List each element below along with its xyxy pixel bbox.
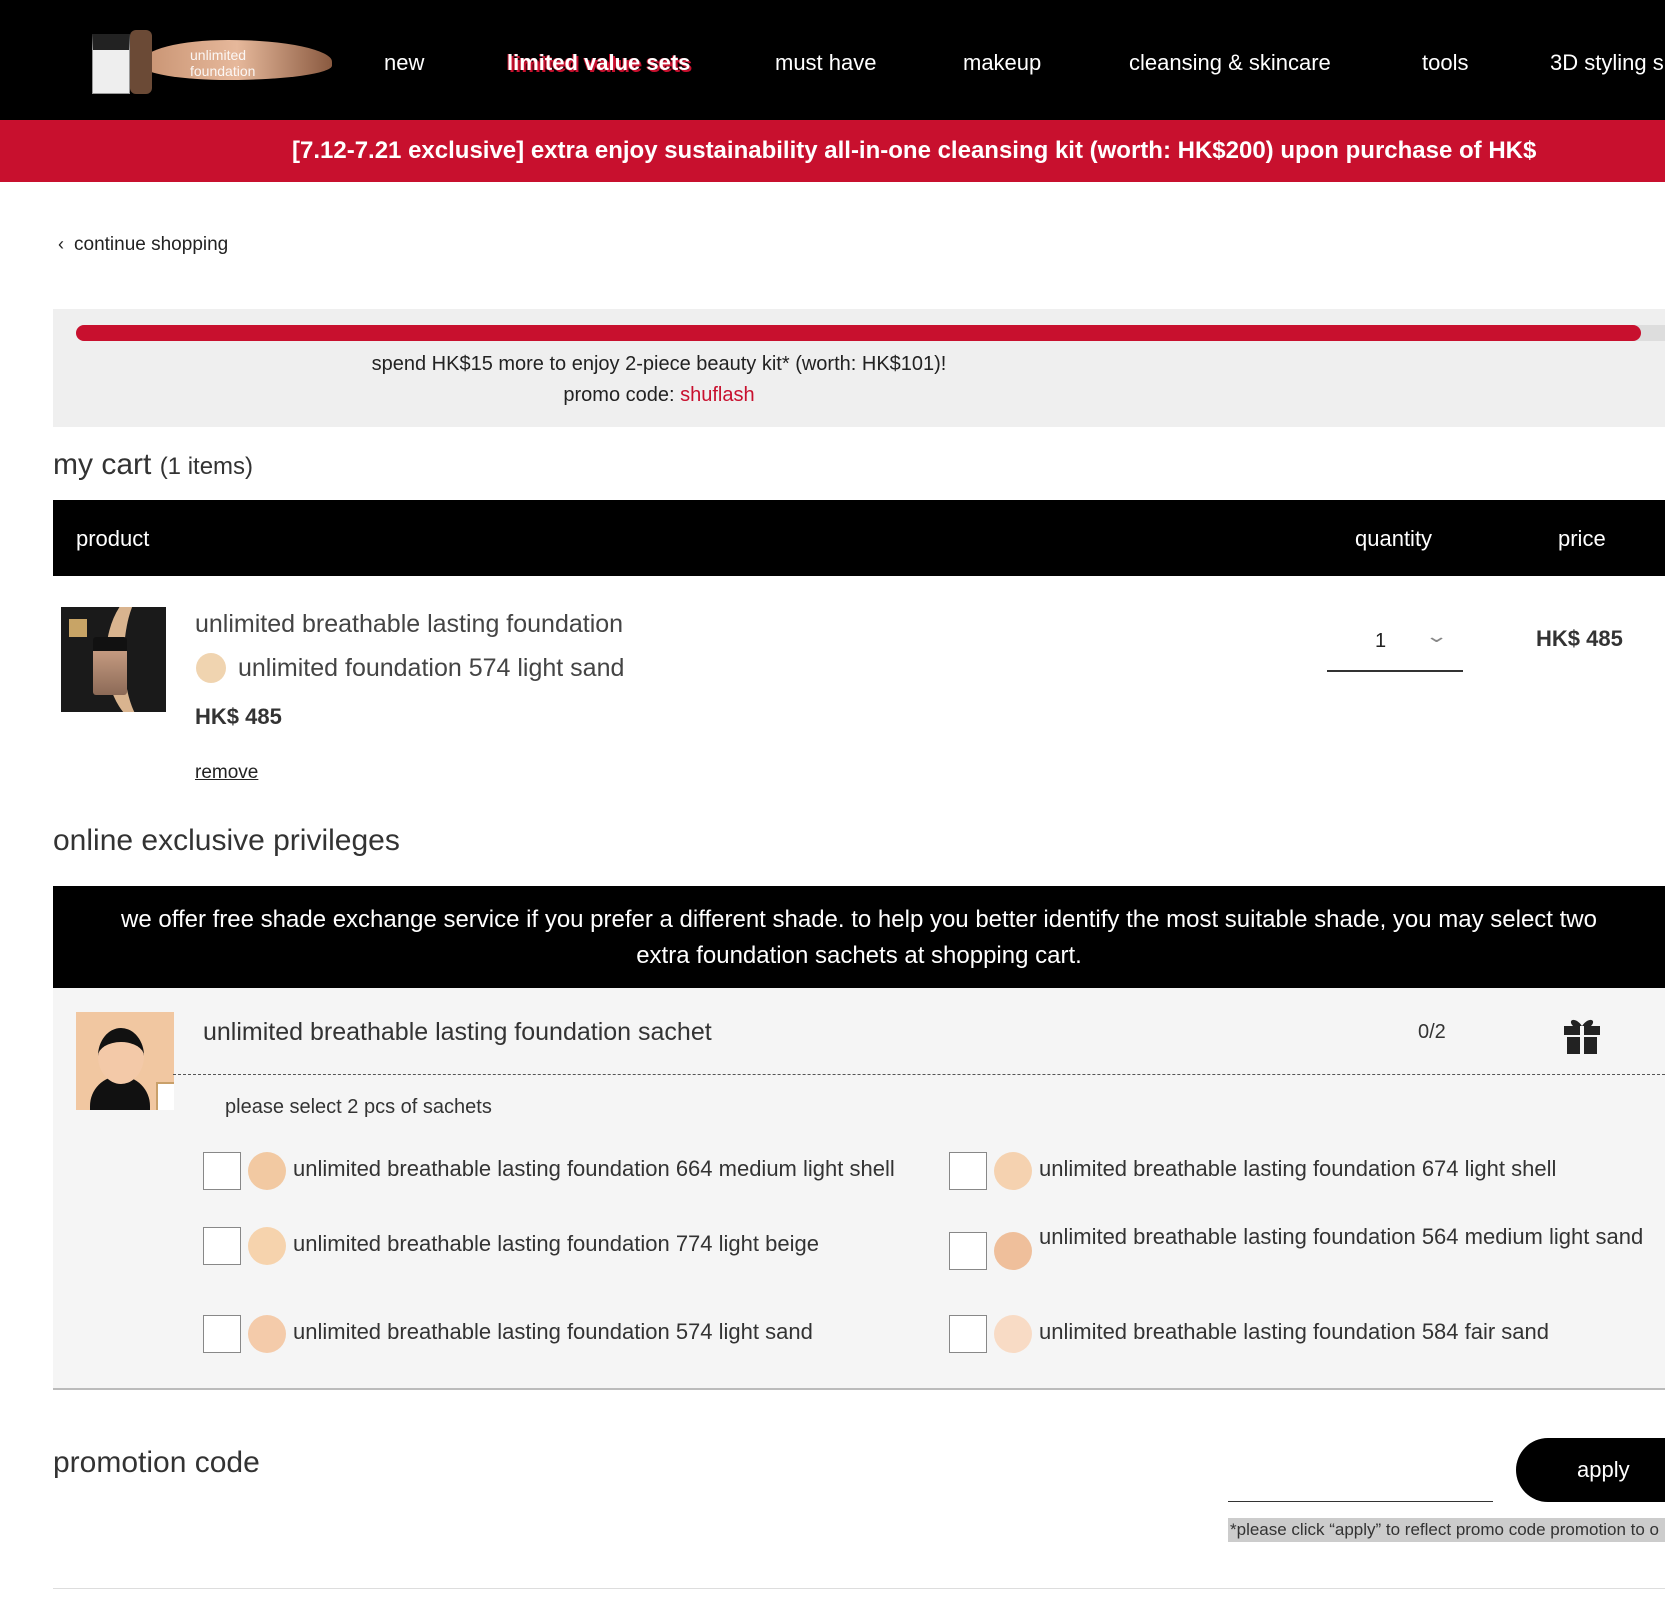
promo-code-value: shuflash (680, 384, 755, 406)
logo[interactable]: unlimited foundation (92, 30, 332, 98)
product-unit-price: HK$ 485 (195, 704, 282, 729)
cart-title-text: my cart (53, 448, 152, 481)
shade-exchange-notice: we offer free shade exchange service if … (53, 886, 1665, 988)
cart-title: my cart (1 items) (53, 448, 253, 482)
sachet-option-label: unlimited breathable lasting foundation … (293, 1231, 819, 1256)
sachet-image (76, 1012, 174, 1110)
shade-swatch (994, 1232, 1032, 1270)
product-image[interactable] (61, 607, 166, 712)
apply-button[interactable]: apply (1516, 1438, 1665, 1502)
progress-track (76, 325, 1665, 341)
sachet-option-label: unlimited breathable lasting foundation … (1039, 1319, 1550, 1344)
sachet-option-label: unlimited breathable lasting foundation … (293, 1319, 813, 1344)
dashed-divider (173, 1074, 1665, 1075)
sachet-checkbox[interactable] (949, 1232, 987, 1270)
top-navigation: unlimited foundation new limited value s… (0, 0, 1665, 120)
header-product: product (76, 526, 150, 551)
sachet-name: unlimited breathable lasting foundation … (203, 1018, 712, 1046)
nav-limited-value-sets[interactable]: limited value sets (507, 50, 690, 76)
progress-fill (76, 325, 1642, 341)
promo-note: *please click “apply” to reflect promo c… (1228, 1518, 1665, 1542)
header-price: price (1558, 526, 1606, 551)
spend-progress-panel: spend HK$15 more to enjoy 2-piece beauty… (53, 309, 1665, 427)
continue-shopping-link[interactable]: ‹ continue shopping (58, 234, 228, 256)
shade-swatch (994, 1315, 1032, 1353)
sachet-image-face (98, 1028, 144, 1084)
logo-brush (130, 30, 152, 94)
quantity-select[interactable]: 1 ⌄ (1327, 620, 1463, 672)
chevron-down-icon: ⌄ (1424, 626, 1449, 646)
sachet-option-label: unlimited breathable lasting foundation … (293, 1156, 895, 1181)
cart-table-header: product quantity price (53, 500, 1665, 576)
sachet-checkbox[interactable] (203, 1315, 241, 1353)
sachet-image-product (156, 1082, 174, 1110)
shade-swatch (248, 1227, 286, 1265)
quantity-value: 1 (1375, 630, 1387, 652)
chevron-left-icon: ‹ (58, 234, 64, 254)
banner-text: [7.12-7.21 exclusive] extra enjoy sustai… (292, 137, 1537, 164)
nav-3d-styling[interactable]: 3D styling s (1550, 50, 1664, 76)
logo-text: unlimited foundation (190, 47, 255, 79)
continue-shopping-label: continue shopping (74, 234, 229, 255)
line-price: HK$ 485 (1536, 626, 1623, 651)
nav-tools[interactable]: tools (1422, 50, 1468, 76)
nav-makeup[interactable]: makeup (963, 50, 1041, 76)
logo-text-line2: foundation (190, 63, 256, 79)
product-name[interactable]: unlimited breathable lasting foundation (195, 610, 623, 639)
header-quantity: quantity (1355, 526, 1433, 551)
product-image-badge (69, 619, 87, 637)
progress-promo: promo code: shuflash (53, 384, 1265, 407)
shade-swatch (994, 1152, 1032, 1190)
logo-bottle (92, 34, 130, 94)
remove-link[interactable]: remove (195, 762, 258, 784)
sachet-count: 0/2 (1418, 1021, 1446, 1043)
product-shade: unlimited foundation 574 light sand (238, 654, 625, 682)
promo-code-input[interactable] (1228, 1452, 1493, 1502)
sachet-panel: unlimited breathable lasting foundation … (53, 988, 1665, 1390)
sachet-checkbox[interactable] (203, 1227, 241, 1265)
product-image-bottle (93, 637, 127, 695)
progress-message: spend HK$15 more to enjoy 2-piece beauty… (371, 353, 947, 375)
sachet-checkbox[interactable] (949, 1152, 987, 1190)
logo-text-line1: unlimited (190, 47, 247, 63)
select-hint: please select 2 pcs of sachets (225, 1096, 492, 1118)
shade-swatch (248, 1315, 286, 1353)
sachet-option-label: unlimited breathable lasting foundation … (1039, 1156, 1557, 1181)
sachet-checkbox[interactable] (203, 1152, 241, 1190)
nav-cleansing-skincare[interactable]: cleansing & skincare (1129, 50, 1331, 76)
shade-swatch (196, 653, 226, 683)
promo-code-label: promo code: (563, 384, 681, 406)
sachet-checkbox[interactable] (949, 1315, 987, 1353)
gift-icon (1564, 1019, 1600, 1054)
divider (53, 1588, 1665, 1589)
sachet-option-label: unlimited breathable lasting foundation … (1039, 1224, 1644, 1249)
privileges-title: online exclusive privileges (53, 824, 400, 857)
cart-item-count: (1 items) (159, 453, 254, 480)
shade-swatch (248, 1152, 286, 1190)
nav-must-have[interactable]: must have (775, 50, 877, 76)
nav-new[interactable]: new (384, 50, 424, 76)
promo-banner[interactable]: [7.12-7.21 exclusive] extra enjoy sustai… (0, 120, 1665, 182)
promotion-code-title: promotion code (53, 1446, 260, 1479)
